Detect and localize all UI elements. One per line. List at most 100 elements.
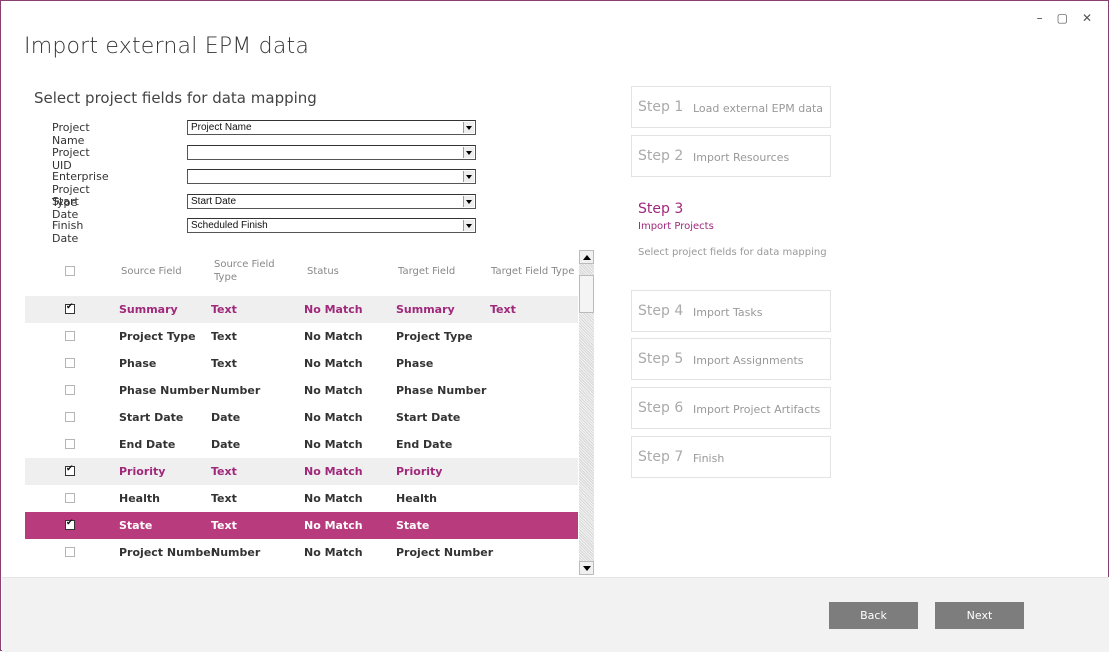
table-row[interactable]: Start Date Date No Match Start Date [25,404,578,431]
step-number: Step 1 [638,99,684,115]
step-7[interactable]: Step 7 Finish [631,436,831,478]
cell-target-field: Project Type [396,330,473,343]
field-label: Project UID [52,145,90,172]
header-status[interactable]: Status [307,265,339,278]
step-1[interactable]: Step 1 Load external EPM data [631,86,831,128]
scroll-up-icon[interactable] [579,250,594,264]
header-source-field[interactable]: Source Field [121,265,182,278]
step-label: Import Assignments [693,354,804,367]
project-name-select[interactable]: Project Name [187,120,476,135]
row-checkbox[interactable] [65,358,75,368]
grid-scrollbar[interactable] [579,250,594,575]
cell-target-field-type: Text [490,303,516,316]
cell-target-field: Phase Number [396,384,487,397]
next-button[interactable]: Next [935,602,1024,629]
cell-source-field: Start Date [119,411,184,424]
chevron-down-icon[interactable] [463,122,474,133]
grid-header: Source Field Source Field Type Status Ta… [25,250,578,296]
header-source-field-type-line1: Source Field [214,259,275,270]
cell-target-field: Project Number [396,546,494,559]
section-subtitle: Select project fields for data mapping [34,89,317,107]
cell-status: No Match [304,411,363,424]
step-label: Import Resources [693,151,790,164]
scrollbar-thumb[interactable] [579,275,594,313]
cell-status: No Match [304,330,363,343]
row-checkbox[interactable] [65,547,75,557]
cell-status: No Match [304,384,363,397]
cell-source-field: Phase Number [119,384,210,397]
minimize-icon[interactable]: – [1037,11,1043,25]
step-label: Import Projects [638,221,714,232]
header-target-field[interactable]: Target Field [398,265,455,278]
chevron-down-icon[interactable] [463,146,474,158]
field-mapping-grid: Source Field Source Field Type Status Ta… [25,250,578,575]
window-controls: – ▢ ✕ [1037,11,1092,25]
project-uid-select[interactable] [187,144,476,160]
close-icon[interactable]: ✕ [1082,11,1092,25]
step-number: Step 3 [638,201,684,217]
field-label: Finish Date [52,219,84,245]
cell-source-field: Summary [119,303,178,316]
table-row[interactable]: Project Number Number No Match Project Numb… [25,539,578,566]
cell-source-field: Project Type [119,330,196,343]
cell-source-field-type: Text [211,303,237,316]
scroll-down-icon[interactable] [579,561,594,575]
step-label: Import Project Artifacts [693,403,821,416]
cell-source-field-type: Text [211,357,237,370]
table-row[interactable]: Priority Text No Match Priority [25,458,578,485]
table-row[interactable]: State Text No Match State [25,512,578,539]
finish-date-select[interactable]: Scheduled Finish [187,218,476,233]
chevron-down-icon[interactable] [463,220,474,231]
cell-source-field-type: Text [211,519,237,532]
step-label: Load external EPM data [693,102,823,115]
chevron-down-icon[interactable] [463,171,474,182]
table-row[interactable]: Health Text No Match Health [25,485,578,512]
cell-status: No Match [304,357,363,370]
row-checkbox[interactable] [65,518,75,530]
step-number: Step 4 [638,303,684,319]
table-row[interactable]: Summary Text No Match Summary Text [25,296,578,323]
cell-target-field: Start Date [396,411,461,424]
header-target-field-type[interactable]: Target Field Type [491,265,574,278]
start-date-select[interactable]: Start Date [187,193,476,209]
cell-status: No Match [304,546,363,559]
table-row[interactable]: Phase Text No Match Phase [25,350,578,377]
field-label: Project Name [52,121,90,147]
table-row[interactable]: End Date Date No Match End Date [25,431,578,458]
row-checkbox[interactable] [65,412,75,422]
step-2[interactable]: Step 2 Import Resources [631,135,831,177]
cell-target-field: Summary [396,303,455,316]
header-source-field-type[interactable]: Source Field Type [214,258,275,284]
step-6[interactable]: Step 6 Import Project Artifacts [631,387,831,429]
cell-target-field: State [396,519,430,532]
cell-target-field: Phase [396,357,434,370]
cell-source-field: End Date [119,438,176,451]
select-all-checkbox[interactable] [65,266,75,276]
table-row[interactable]: Project Type Text No Match Project Type [25,323,578,350]
row-checkbox[interactable] [65,464,75,476]
cell-target-field: End Date [396,438,453,451]
cell-source-field: State [119,519,153,532]
step-5[interactable]: Step 5 Import Assignments [631,338,831,380]
step-3-current: Step 3 Import Projects Select project fi… [638,201,827,258]
dialog-footer: Back Next [2,577,1109,652]
cell-source-field-type: Number [211,546,261,559]
cell-source-field-type: Number [211,384,261,397]
back-button[interactable]: Back [829,602,918,629]
select-value: Project Name [191,122,252,133]
step-4[interactable]: Step 4 Import Tasks [631,290,831,332]
row-checkbox[interactable] [65,439,75,449]
restore-icon[interactable]: ▢ [1057,11,1068,25]
cell-status: No Match [304,438,363,451]
row-checkbox[interactable] [65,385,75,395]
row-checkbox[interactable] [65,331,75,341]
step-description: Select project fields for data mapping [638,247,827,258]
cell-status: No Match [304,303,363,316]
cell-source-field: Phase [119,357,157,370]
table-row[interactable]: Phase Number Number No Match Phase Number [25,377,578,404]
enterprise-project-type-select[interactable] [187,169,476,184]
step-number: Step 7 [638,449,684,465]
row-checkbox[interactable] [65,302,75,314]
chevron-down-icon[interactable] [463,195,474,207]
row-checkbox[interactable] [65,493,75,503]
